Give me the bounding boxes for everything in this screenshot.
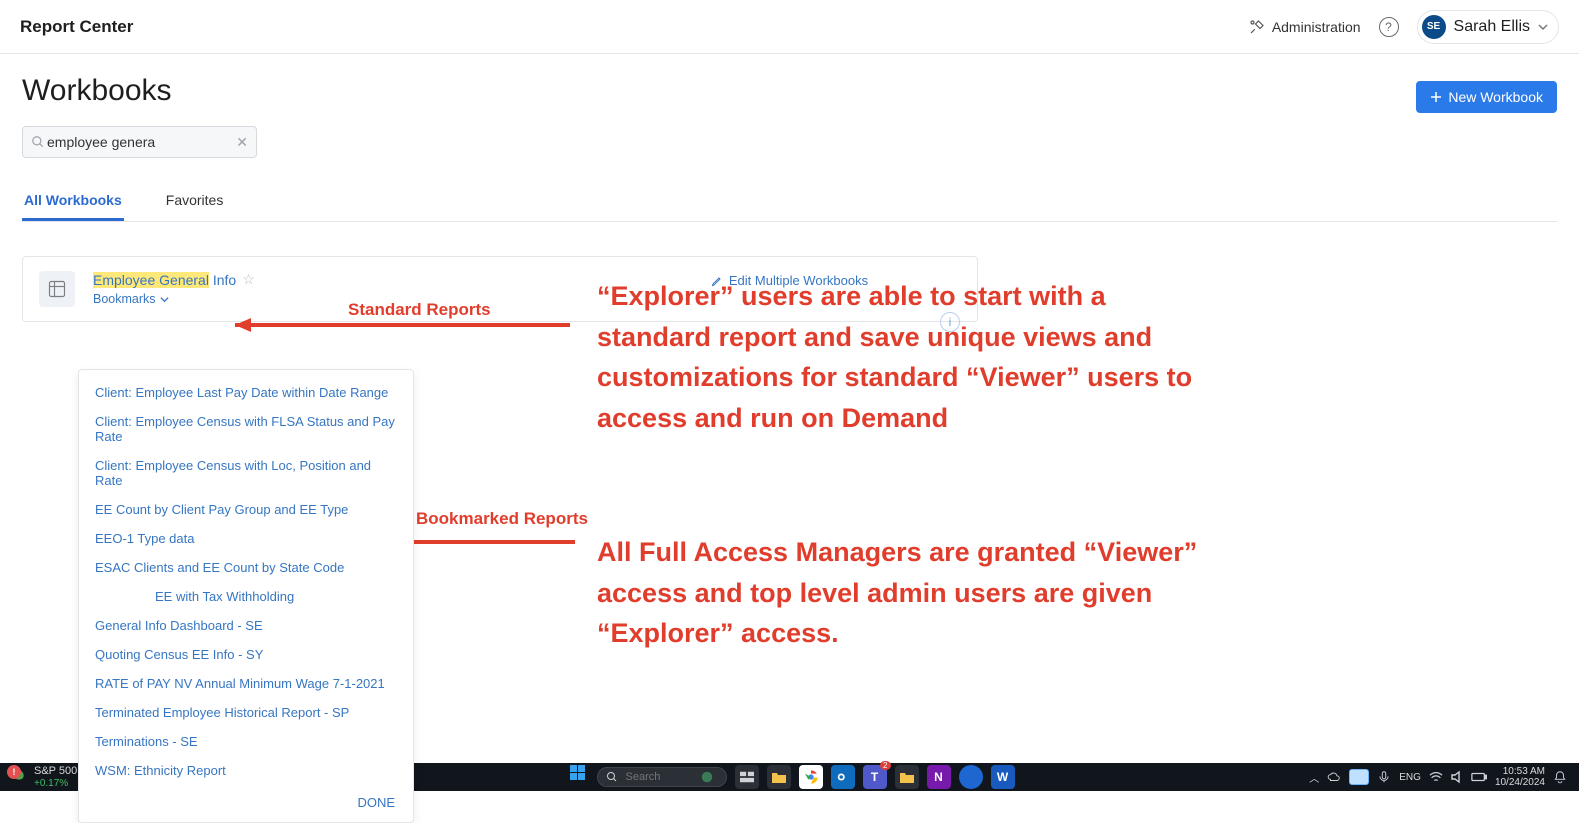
workbook-body: Employee General Info ☆ Bookmarks (93, 271, 255, 306)
new-workbook-button[interactable]: New Workbook (1416, 81, 1557, 113)
new-workbook-label: New Workbook (1448, 89, 1543, 105)
zoom-icon[interactable] (959, 765, 983, 789)
bookmark-item[interactable]: Client: Employee Census with Loc, Positi… (79, 451, 413, 495)
wifi-icon[interactable] (1429, 771, 1443, 783)
plus-icon (1430, 91, 1442, 103)
search-input[interactable] (45, 133, 236, 151)
bookmarks-toggle[interactable]: Bookmarks (93, 292, 255, 306)
folder-icon[interactable] (895, 765, 919, 789)
stock-pct: +0.17% (34, 778, 77, 789)
user-menu[interactable]: SE Sarah Ellis (1417, 10, 1559, 44)
notifications-icon[interactable] (1553, 770, 1567, 784)
chevron-down-icon (160, 295, 169, 304)
teams-icon[interactable]: T2 (863, 765, 887, 789)
bookmark-item[interactable]: Terminated Employee Historical Report - … (79, 698, 413, 727)
weather-widget-icon: ! (10, 768, 28, 786)
copilot-icon (700, 770, 714, 784)
battery-icon[interactable] (1471, 772, 1487, 782)
word-icon[interactable]: W (991, 765, 1015, 789)
bookmark-item[interactable]: Quoting Census EE Info - SY (79, 640, 413, 669)
bookmark-item[interactable]: Client: Employee Census with FLSA Status… (79, 407, 413, 451)
workbook-title-row: Employee General Info ☆ (93, 271, 255, 288)
taskbar-search-input[interactable] (624, 770, 694, 784)
bookmarks-label: Bookmarks (93, 292, 156, 306)
user-name: Sarah Ellis (1454, 18, 1530, 36)
taskbar-search[interactable] (597, 767, 727, 787)
chrome-icon[interactable] (799, 765, 823, 789)
bookmark-item[interactable]: EEO-1 Type data (79, 524, 413, 553)
bookmark-item[interactable]: WSM: Ethnicity Report (79, 756, 413, 785)
teams-badge: 2 (880, 761, 890, 770)
bookmark-item[interactable]: EE Count by Client Pay Group and EE Type (79, 495, 413, 524)
bookmark-item[interactable]: RATE of PAY NV Annual Minimum Wage 7-1-2… (79, 669, 413, 698)
task-view-icon[interactable] (735, 765, 759, 789)
onedrive-icon[interactable] (1327, 770, 1341, 784)
taskbar-right: ︿ ENG 10:53 AM 10/24/2024 (1309, 766, 1579, 788)
help-button[interactable]: ? (1379, 17, 1399, 37)
administration-label: Administration (1272, 19, 1361, 35)
bookmark-item[interactable]: ESAC Clients and EE Count by State Code (79, 553, 413, 582)
annotation-paragraph-2: All Full Access Managers are granted “Vi… (597, 532, 1207, 654)
chevron-down-icon (1538, 22, 1548, 32)
workbook-title-highlight: Employee General (93, 272, 209, 288)
stock-widget[interactable]: S&P 500 +0.17% (34, 765, 77, 788)
search-box[interactable]: ✕ (22, 126, 257, 158)
volume-icon[interactable] (1451, 770, 1463, 784)
workbook-title-rest: Info (209, 272, 236, 288)
arrow-standard-reports (215, 315, 575, 335)
tab-all-workbooks[interactable]: All Workbooks (22, 182, 124, 221)
title-row: Workbooks New Workbook (22, 68, 1557, 126)
stock-label: S&P 500 (34, 765, 77, 777)
taskbar-left[interactable]: ! S&P 500 +0.17% (0, 765, 77, 788)
annotation-paragraph-1: “Explorer” users are able to start with … (597, 276, 1207, 438)
onenote-icon[interactable]: N (927, 765, 951, 789)
search-icon (606, 771, 618, 783)
taskbar-center: T2 N W (565, 765, 1015, 789)
app-header: Report Center Administration ? SE Sarah … (0, 0, 1579, 54)
favorite-star-icon[interactable]: ☆ (242, 271, 255, 288)
outlook-icon[interactable] (831, 765, 855, 789)
search-icon (31, 135, 45, 149)
bookmark-item[interactable]: Terminations - SE (79, 727, 413, 756)
bookmark-item[interactable]: Client: Employee Last Pay Date within Da… (79, 378, 413, 407)
tray-chevron-icon[interactable]: ︿ (1309, 770, 1319, 785)
clock[interactable]: 10:53 AM 10/24/2024 (1495, 766, 1545, 788)
tabs: All Workbooks Favorites (22, 182, 1557, 222)
app-title: Report Center (20, 17, 133, 37)
avatar: SE (1422, 15, 1446, 39)
page-stage: Workbooks New Workbook ✕ All Workbooks F… (0, 54, 1579, 763)
explorer-icon[interactable] (767, 765, 791, 789)
mic-icon[interactable] (1377, 770, 1391, 784)
clock-date: 10/24/2024 (1495, 777, 1545, 788)
language-indicator[interactable]: ENG (1399, 772, 1421, 783)
tools-icon (1248, 18, 1266, 36)
workbook-icon (39, 271, 75, 307)
notification-badge: ! (7, 765, 21, 779)
start-button[interactable] (565, 765, 589, 789)
clock-time: 10:53 AM (1495, 766, 1545, 777)
page-title: Workbooks (22, 74, 172, 108)
bookmark-item[interactable]: EE with Tax Withholding (79, 582, 413, 611)
administration-link[interactable]: Administration (1248, 18, 1361, 36)
bookmarks-dropdown: Client: Employee Last Pay Date within Da… (78, 369, 414, 823)
tab-favorites[interactable]: Favorites (164, 182, 226, 221)
help-icon: ? (1379, 17, 1399, 37)
snip-icon[interactable] (1349, 769, 1369, 785)
header-right: Administration ? SE Sarah Ellis (1248, 10, 1559, 44)
workbook-title-link[interactable]: Employee General Info (93, 272, 236, 288)
bookmark-item[interactable]: General Info Dashboard - SE (79, 611, 413, 640)
clear-icon[interactable]: ✕ (236, 134, 248, 151)
